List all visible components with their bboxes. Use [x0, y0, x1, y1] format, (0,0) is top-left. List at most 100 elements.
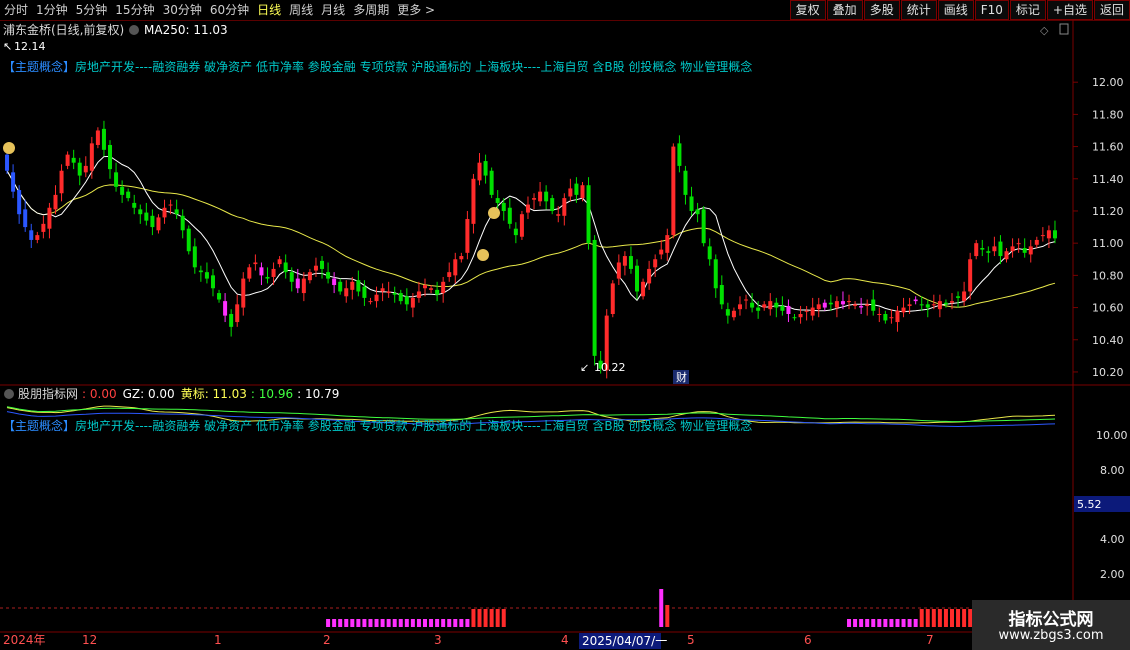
candle [592, 235, 597, 366]
candle-body [1046, 230, 1051, 239]
candle [1010, 238, 1015, 258]
candle-body [71, 157, 76, 163]
candle-body [616, 262, 621, 279]
candle-body [883, 314, 888, 321]
candle [1004, 248, 1009, 263]
candle-body [937, 301, 942, 310]
stock-chart[interactable]: 浦东金桥(日线,前复权) MA250: 11.03 ◇ ↖ 12.14 【主题概… [0, 0, 1130, 650]
candle-body [235, 304, 240, 323]
candle [901, 297, 906, 318]
candle [101, 120, 106, 157]
candle-body [641, 281, 646, 297]
signal-bar [659, 589, 664, 627]
signal-bar [871, 619, 876, 627]
signal-bar [416, 619, 421, 627]
signal-bar [332, 619, 337, 627]
money-bag-icon[interactable] [3, 142, 15, 154]
candle [95, 127, 100, 149]
candle-body [350, 281, 355, 290]
candle [83, 156, 88, 178]
candle-body [41, 223, 46, 232]
candle [495, 190, 500, 210]
candlestick-series [5, 120, 1057, 379]
candle-body [974, 243, 979, 257]
indicator-huangbiao: 黄标: 11.03 [181, 387, 247, 401]
candle-body [313, 265, 318, 271]
candle [489, 167, 494, 199]
diamond-icon[interactable]: ◇ [1040, 24, 1049, 37]
candle [65, 151, 70, 170]
candle-body [877, 314, 882, 315]
candle-body [919, 304, 924, 306]
candle-body [713, 259, 718, 289]
signal-bar [374, 619, 379, 627]
candle-body [756, 307, 761, 311]
candle [816, 297, 821, 318]
candle-body [362, 286, 367, 298]
signal-bar [429, 619, 434, 627]
signal-bar [362, 619, 367, 627]
candle [217, 289, 222, 303]
candle-body [144, 212, 149, 221]
candle-body [907, 304, 912, 306]
candle-body [320, 260, 325, 269]
indicator-toggle-icon[interactable] [4, 389, 14, 399]
candle-body [156, 217, 161, 231]
candle [77, 157, 82, 186]
candle-body [980, 248, 985, 250]
indicator-axis-tick: 10.00 [1096, 429, 1128, 442]
signal-bar [889, 619, 894, 627]
price-axis-tick: 11.60 [1092, 141, 1124, 154]
candle-body [925, 304, 930, 308]
concept-line: 【主题概念】房地产开发----融资融券 破净资产 低市净率 参股金融 专项贷款 … [3, 59, 752, 74]
site-watermark: 指标公式网 www.zbgs3.com [972, 600, 1130, 650]
candle [120, 180, 125, 203]
ma-toggle-icon[interactable] [129, 25, 139, 35]
candle-body [489, 170, 494, 195]
candle [1022, 238, 1027, 258]
concept-tag: 【主题概念】 [3, 59, 75, 74]
candle [1016, 238, 1021, 253]
candle-body [326, 272, 331, 279]
low-price-marker: 10.22 [594, 361, 626, 374]
indicator-gz: GZ: 0.00 [123, 387, 175, 401]
candle [677, 135, 682, 173]
candle-body [659, 249, 664, 255]
candle [804, 305, 809, 321]
candle [386, 281, 391, 298]
candle [301, 272, 306, 302]
candle [822, 299, 827, 311]
candle-body [108, 144, 113, 170]
signal-bar [901, 619, 906, 627]
candle-body [95, 130, 100, 145]
candle-body [556, 214, 561, 216]
candle [59, 164, 64, 202]
candle-body [380, 288, 385, 292]
indicator-value-1: : 0.00 [82, 387, 117, 401]
price-axis-tick: 12.00 [1092, 76, 1124, 89]
candle-body [398, 293, 403, 302]
candle [877, 307, 882, 323]
candle [750, 293, 755, 313]
candle [247, 264, 252, 282]
timeline-label: 12 [82, 633, 97, 647]
candle-body [223, 301, 228, 316]
candle-body [1034, 239, 1039, 245]
candle-body [247, 267, 252, 279]
candle-body [283, 262, 288, 273]
candle [1034, 236, 1039, 248]
candle [5, 151, 10, 174]
money-bag-icon[interactable] [477, 249, 489, 261]
candle-body [792, 317, 797, 319]
candle-body [834, 301, 839, 308]
candle-body [204, 272, 209, 279]
candle-body [901, 307, 906, 313]
signal-bar [919, 609, 924, 627]
window-toggle-icon[interactable] [1059, 23, 1069, 35]
candle-body [465, 219, 470, 253]
candle-body [241, 278, 246, 308]
candle [192, 238, 197, 274]
money-bag-icon[interactable] [488, 207, 500, 219]
candle-body [532, 198, 537, 200]
candle [913, 296, 918, 305]
